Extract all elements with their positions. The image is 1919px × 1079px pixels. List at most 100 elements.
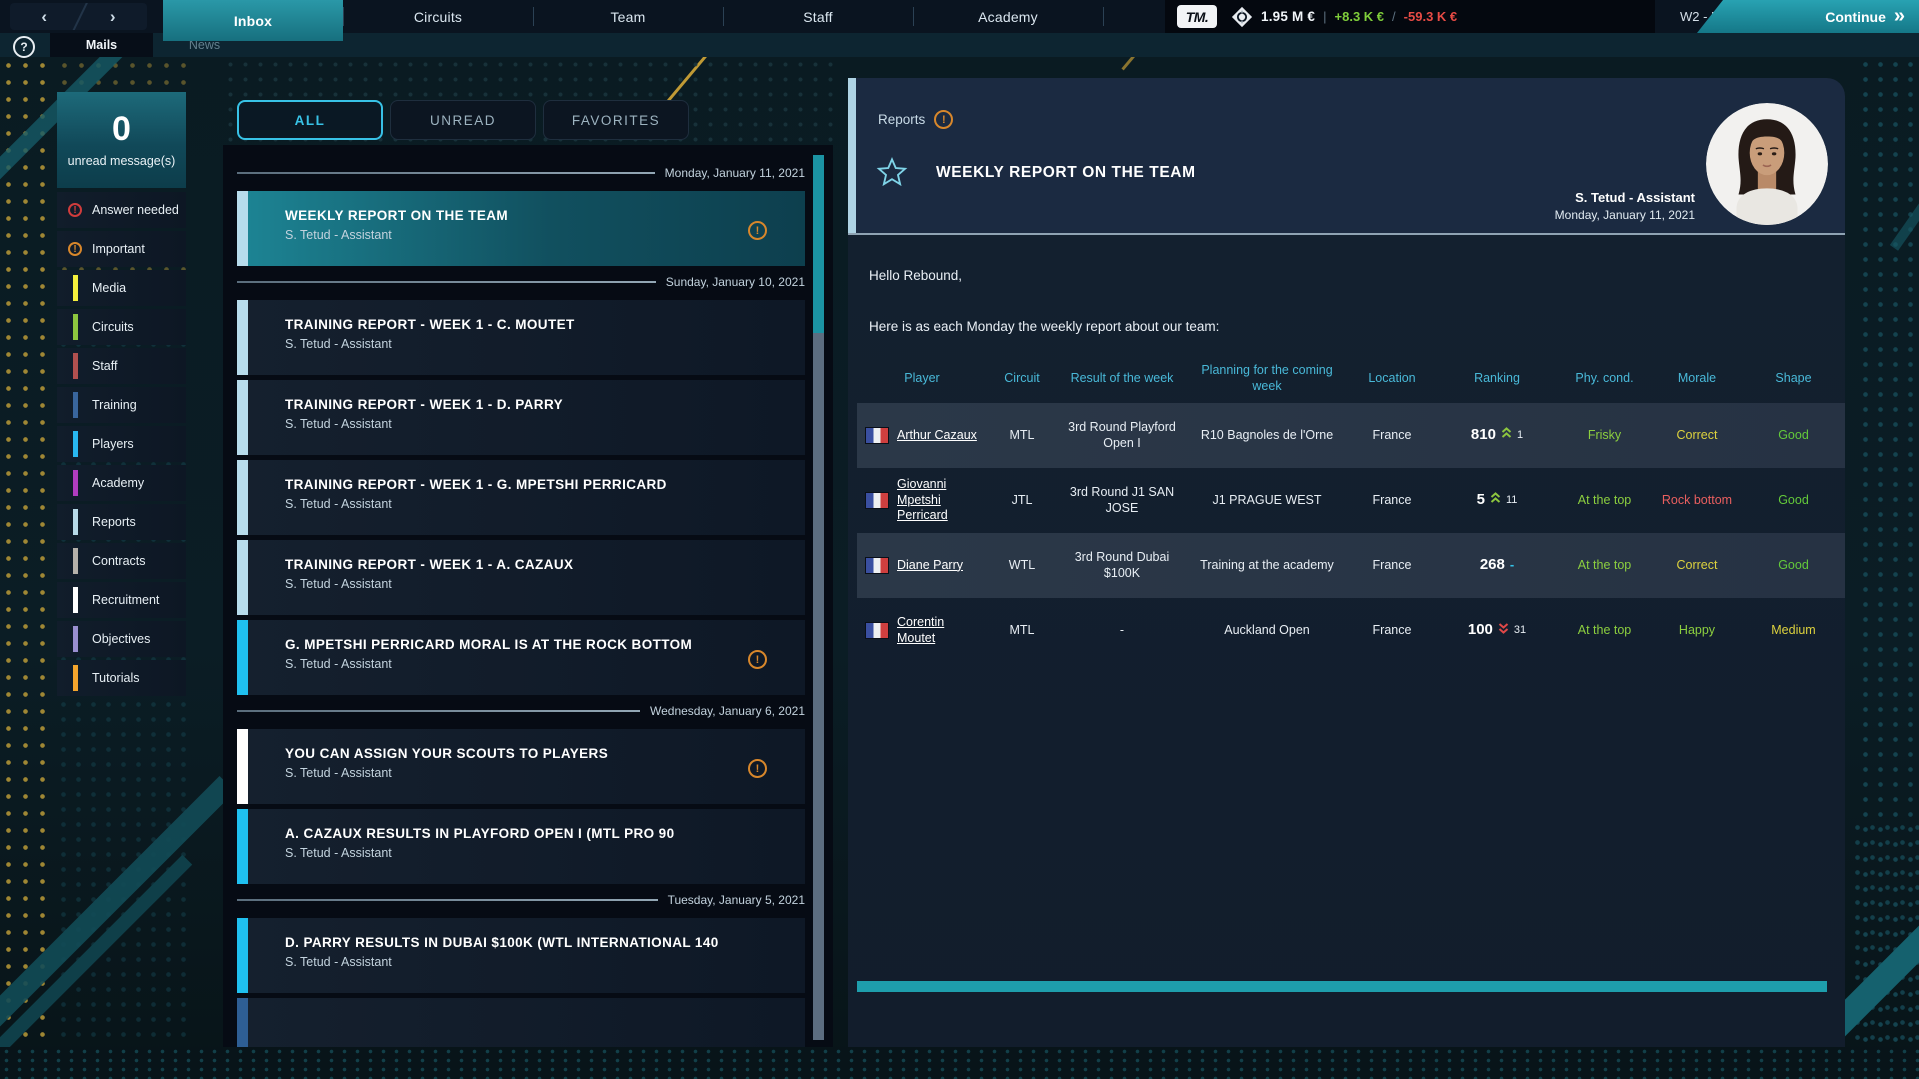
mail-item[interactable]: WEEKLY REPORT ON THE TEAM S. Tetud - Assi… — [237, 191, 805, 266]
continue-label: Continue — [1825, 8, 1886, 25]
top-bar: ‹ › InboxCircuitsTeamStaffAcademySearch … — [0, 0, 1919, 41]
column-header-player: Player — [904, 371, 940, 386]
ranking-value: 5 — [1476, 491, 1485, 509]
mail-item[interactable]: A. CAZAUX RESULTS IN PLAYFORD OPEN I (MT… — [237, 809, 805, 884]
tab-mails[interactable]: Mails — [50, 33, 153, 57]
result-cell: 3rd Round J1 SAN JOSE — [1069, 484, 1175, 515]
favorite-star-icon[interactable] — [876, 156, 908, 188]
sidebar-item-players[interactable]: Players — [57, 426, 186, 462]
shape-cell: Good — [1778, 427, 1809, 442]
ranking-value: 268 — [1479, 556, 1505, 574]
deco-bottom-strip — [0, 1047, 1919, 1079]
help-icon[interactable]: ? — [13, 36, 35, 58]
table-row: Corentin Moutet MTL - Auckland Open France 10… — [857, 598, 1845, 663]
forward-button[interactable]: › — [79, 3, 148, 30]
sidebar-item-label: Media — [92, 281, 127, 295]
sidebar-item-objectives[interactable]: Objectives — [57, 621, 186, 657]
mail-filter-unread[interactable]: UNREAD — [390, 100, 536, 140]
mail-scrollbar[interactable] — [813, 155, 824, 1040]
mail-item[interactable]: TRAINING REPORT - WEEK 1 - A. CAZAUX S. T… — [237, 540, 805, 615]
mail-item[interactable]: TRAINING REPORT - WEEK 1 - D. PARRY S. Te… — [237, 380, 805, 455]
mail-item-color-bar — [237, 540, 248, 615]
sidebar-item-tutorials[interactable]: Tutorials — [57, 660, 186, 696]
flag-icon-france — [865, 557, 889, 574]
result-cell: 3rd Round Playford Open I — [1068, 419, 1176, 450]
player-link[interactable]: Corentin Moutet — [897, 615, 985, 646]
separator-line — [237, 281, 656, 283]
mail-item[interactable]: YOU CAN ASSIGN YOUR SCOUTS TO PLAYERS S. … — [237, 729, 805, 804]
mail-item-title: G. MPETSHI PERRICARD MORAL IS AT THE ROC… — [285, 637, 693, 652]
circuit-cell: WTL — [1008, 557, 1036, 572]
column-header-location: Location — [1368, 371, 1416, 386]
sidebar-item-academy[interactable]: Academy — [57, 465, 186, 501]
sidebar-item-training[interactable]: Training — [57, 387, 186, 423]
shape-cell: Good — [1778, 492, 1809, 507]
sidebar-item-important[interactable]: ! Important — [57, 231, 186, 267]
back-button[interactable]: ‹ — [10, 3, 79, 30]
category-color-bar — [73, 548, 78, 574]
report-greeting: Hello Rebound, — [869, 268, 963, 283]
phy-cond-cell: At the top — [1577, 492, 1632, 507]
mail-item[interactable]: TRAINING REPORT - WEEK 1 - G. MPETSHI PE… — [237, 460, 805, 535]
mail-item[interactable]: TRAINING REPORT - WEEK 1 - C. MOUTET S. T… — [237, 300, 805, 375]
mail-category-list: ! Answer needed! Important Media Circuits Sta… — [57, 192, 186, 699]
sidebar-item-label: Academy — [92, 476, 145, 490]
report-title: WEEKLY REPORT ON THE TEAM — [936, 164, 1196, 181]
morale-cell: Correct — [1676, 557, 1718, 572]
sidebar-item-staff[interactable]: Staff — [57, 348, 186, 384]
ranking-change: 31 — [1513, 623, 1527, 636]
nav-tab-circuits[interactable]: Circuits — [343, 0, 533, 33]
mail-item[interactable]: G. MPETSHI PERRICARD MORAL IS AT THE ROC… — [237, 620, 805, 695]
separator-date: Sunday, January 10, 2021 — [665, 275, 805, 289]
category-color-bar — [73, 275, 78, 301]
separator-date: Tuesday, January 5, 2021 — [667, 893, 805, 907]
sidebar-item-label: Training — [92, 398, 137, 412]
nav-tab-inbox[interactable]: Inbox — [163, 0, 343, 41]
sidebar-item-circuits[interactable]: Circuits — [57, 309, 186, 345]
column-header-planning-for-the-coming-week: Planning for the coming week — [1201, 363, 1333, 393]
sidebar-item-media[interactable]: Media — [57, 270, 186, 306]
report-edge-bar — [848, 78, 856, 233]
location-cell: France — [1372, 427, 1412, 442]
finance-block: TM. 1.95 M € | +8.3 K € / -59.3 K € — [1165, 0, 1655, 33]
mail-filter-favorites[interactable]: FAVORITES — [543, 100, 689, 140]
double-chevron-icon: » — [1893, 4, 1905, 27]
player-link[interactable]: Diane Parry — [897, 558, 963, 574]
mail-item[interactable] — [237, 998, 805, 1047]
sidebar-item-contracts[interactable]: Contracts — [57, 543, 186, 579]
deco-stripe-bottomleft-2 — [0, 854, 193, 1079]
deco-stripe-bottomleft-1 — [0, 775, 236, 1047]
player-link[interactable]: Giovanni Mpetshi Perricard — [897, 477, 985, 524]
mail-item-sender: S. Tetud - Assistant — [285, 766, 392, 780]
nav-tab-team[interactable]: Team — [533, 0, 723, 33]
sidebar-item-reports[interactable]: Reports — [57, 504, 186, 540]
mail-filter-all[interactable]: ALL — [237, 100, 383, 140]
mail-item-color-bar — [237, 620, 248, 695]
team-report-table: Player Circuit Result of the week Planning … — [857, 355, 1845, 663]
alert-ring: ! — [748, 759, 767, 778]
morale-cell: Rock bottom — [1661, 492, 1733, 507]
separator-date: Monday, January 11, 2021 — [664, 166, 805, 180]
player-link[interactable]: Arthur Cazaux — [897, 428, 977, 444]
planning-cell: J1 PRAGUE WEST — [1212, 492, 1322, 507]
location-cell: France — [1372, 622, 1412, 637]
sidebar-item-answer-needed[interactable]: ! Answer needed — [57, 192, 186, 228]
result-cell: 3rd Round Dubai $100K — [1074, 549, 1170, 580]
location-cell: France — [1372, 557, 1412, 572]
rank-up-icon — [1490, 492, 1501, 509]
shape-cell: Medium — [1771, 622, 1816, 637]
player-cell: Arthur Cazaux — [857, 423, 987, 448]
mail-item[interactable]: D. PARRY RESULTS IN DUBAI $100K (WTL INT… — [237, 918, 805, 993]
column-header-morale: Morale — [1677, 371, 1717, 386]
table-row: Arthur Cazaux MTL 3rd Round Playford Open … — [857, 403, 1845, 468]
alert-ring: ! — [748, 650, 767, 669]
flag-icon-france — [865, 427, 889, 444]
nav-tab-staff[interactable]: Staff — [723, 0, 913, 33]
flag-icon-france — [865, 622, 889, 639]
scrollbar-thumb[interactable] — [813, 155, 824, 333]
continue-button[interactable]: Continue » — [1697, 0, 1919, 33]
sidebar-item-recruitment[interactable]: Recruitment — [57, 582, 186, 618]
ranking-value: 100 — [1467, 621, 1493, 639]
category-color-bar — [73, 431, 78, 457]
nav-tab-academy[interactable]: Academy — [913, 0, 1103, 33]
